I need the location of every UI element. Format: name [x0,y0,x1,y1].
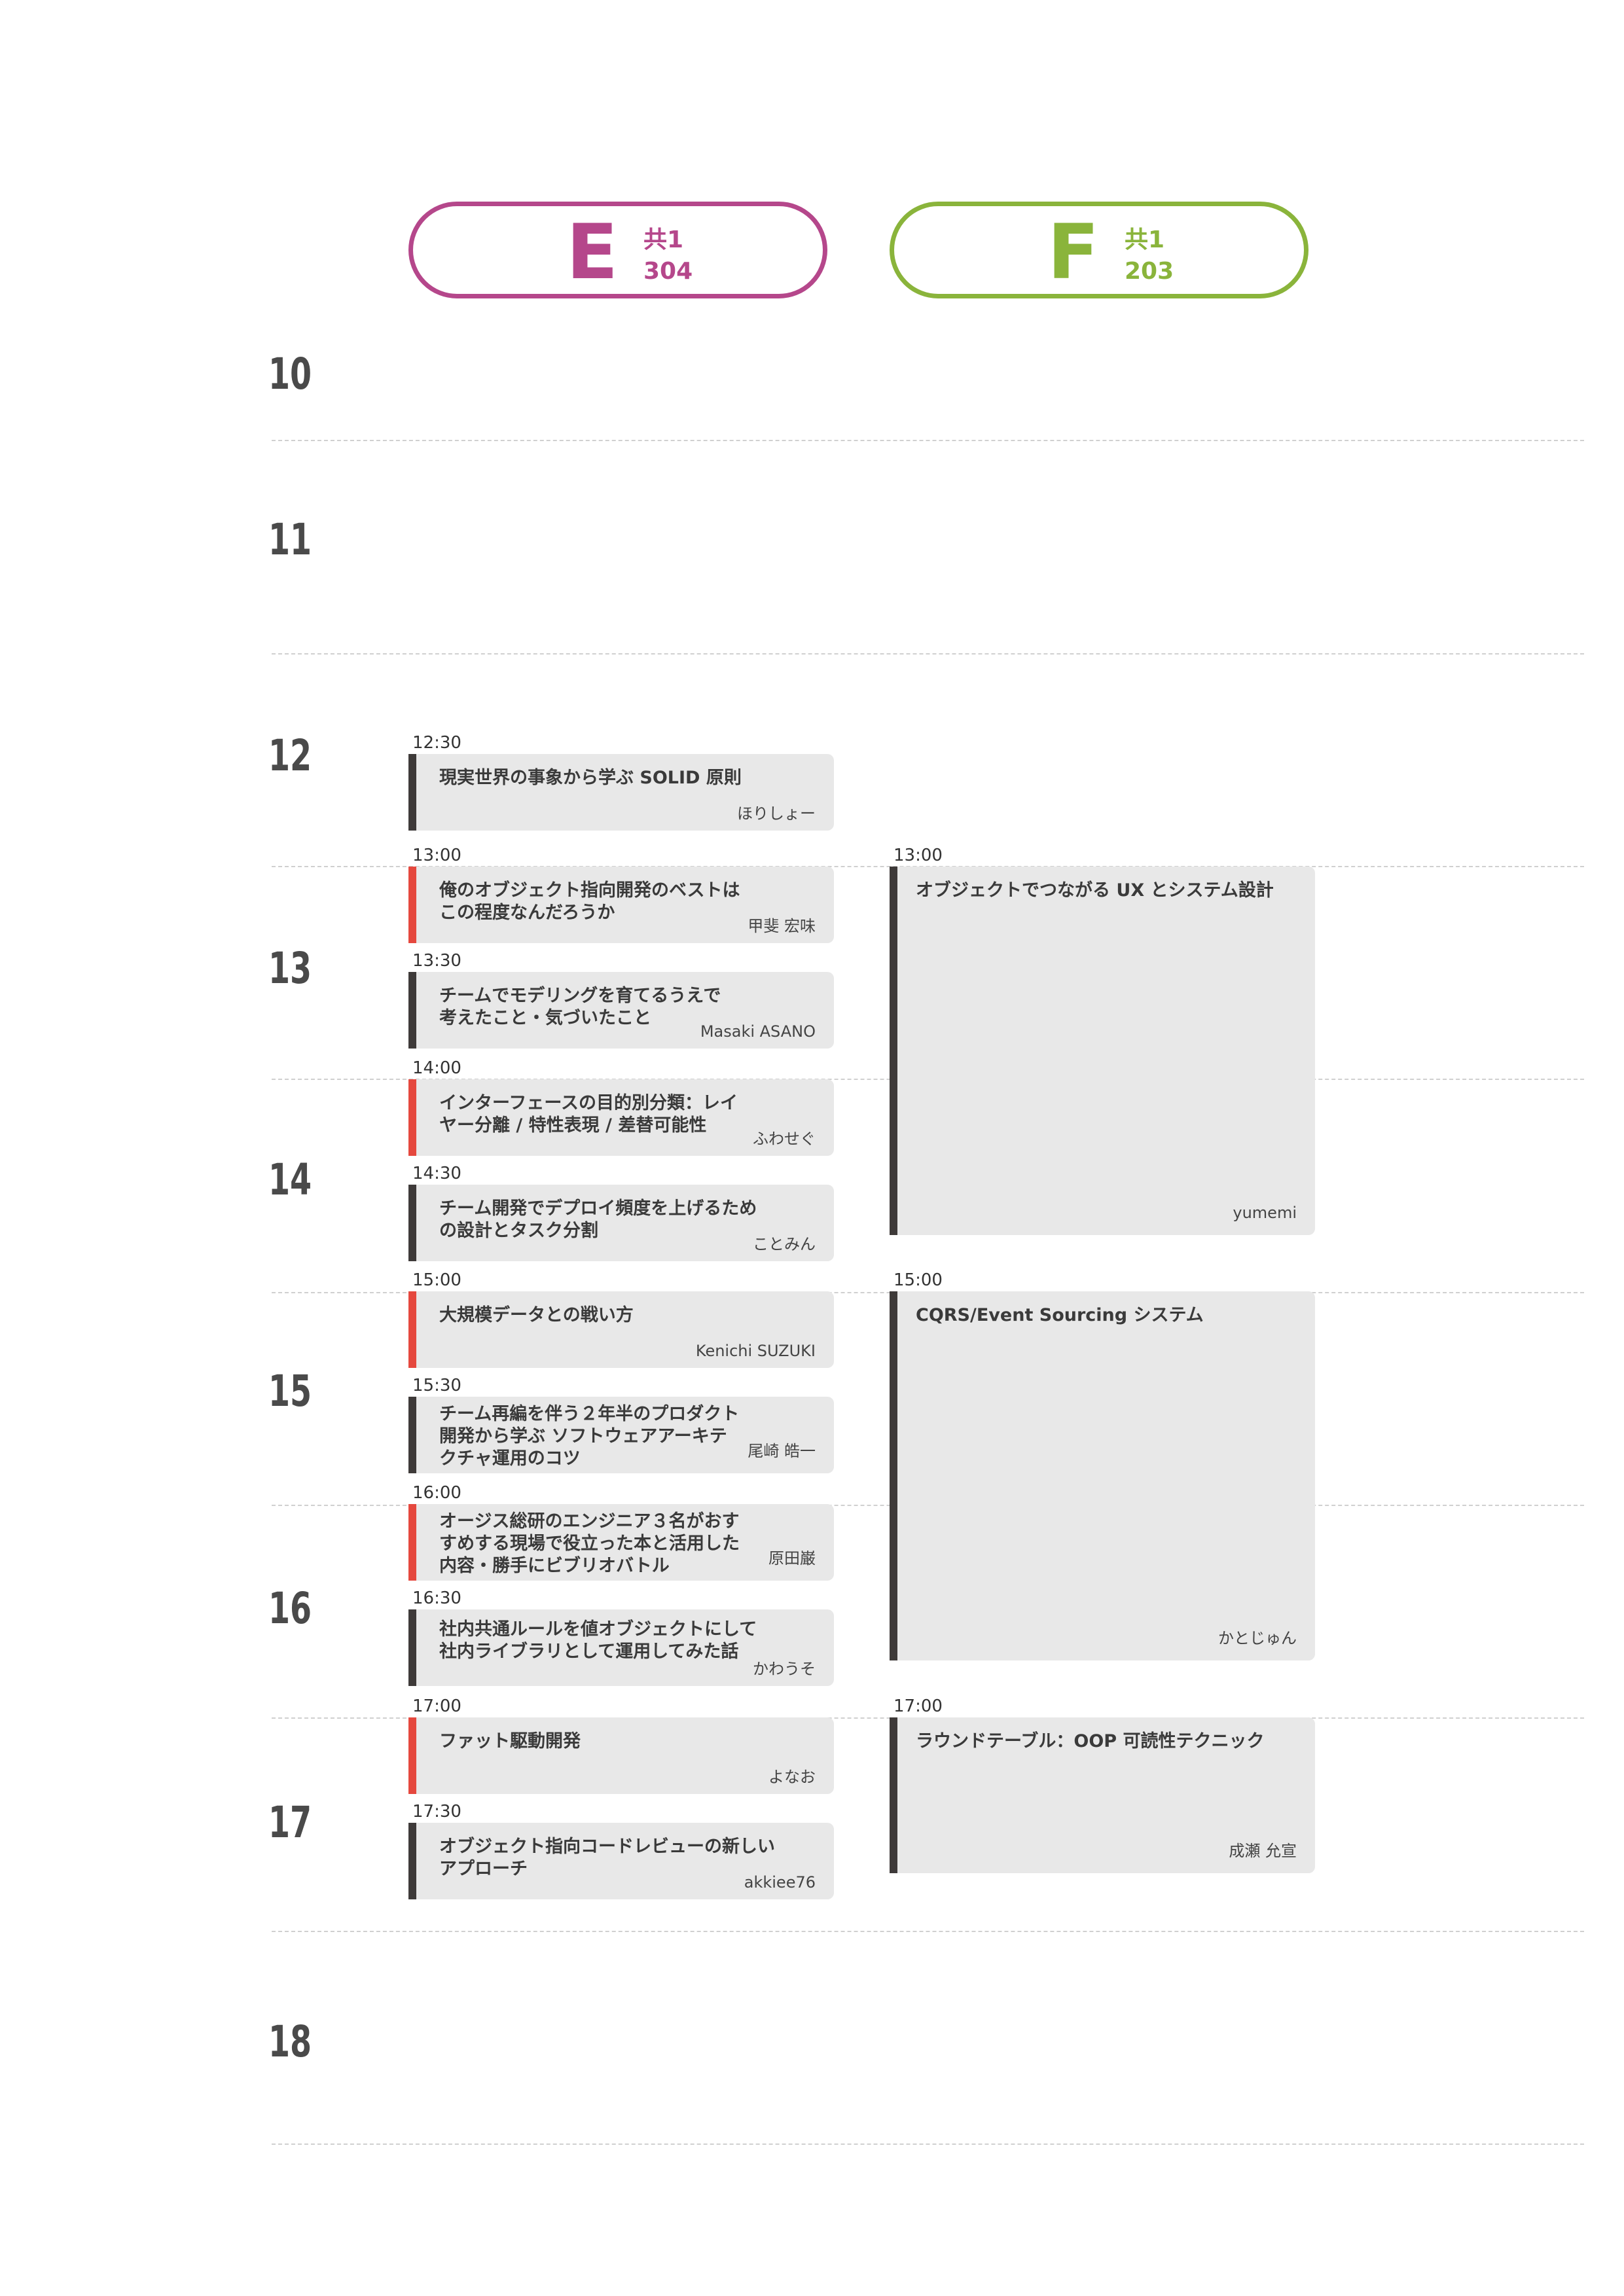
session-speaker: 尾崎 皓一 [748,1442,816,1460]
hour-label-11: 11 [268,514,312,565]
session-time: 13:30 [412,951,461,971]
room-letter: E [566,208,619,296]
session-time: 13:00 [893,846,943,865]
session-speaker: よなお [768,1768,816,1786]
session-title: ラウンドテーブル：OOP 可読性テクニック [916,1731,1265,1751]
session-title: ファット駆動開発 [439,1731,581,1751]
session-time: 15:30 [412,1376,461,1395]
session-card[interactable]: チームでモデリングを育てるうえで 考えたこと・気づいたこと Masaki ASA… [408,972,834,1049]
session-card[interactable]: 社内共通ルールを値オブジェクトにして 社内ライブラリとして運用してみた話 かわう… [408,1609,834,1686]
session-card[interactable]: ファット駆動開発 よなお [408,1717,834,1794]
session-card[interactable]: オブジェクト指向コードレビューの新しい アプローチ akkiee76 [408,1823,834,1899]
room-building: 共1 [643,226,684,253]
session-speaker: ことみん [753,1235,816,1253]
session-card[interactable]: 大規模データとの戦い方 Kenichi SUZUKI [408,1291,834,1368]
session-title: 社内共通ルールを値オブジェクトにして 社内ライブラリとして運用してみた話 [439,1619,757,1662]
session-title: CQRS/Event Sourcing システム [916,1305,1204,1325]
hour-label-14: 14 [268,1155,312,1205]
session-title: 現実世界の事象から学ぶ SOLID 原則 [439,768,742,788]
session-time: 16:30 [412,1588,461,1608]
session-card[interactable]: CQRS/Event Sourcing システム かとじゅん [890,1291,1315,1660]
session-card[interactable]: インターフェースの目的別分類：レイ ヤー分離 / 特性表現 / 差替可能性 ふわ… [408,1079,834,1156]
session-time: 17:30 [412,1802,461,1821]
session-title: オージス総研のエンジニア３名がおす すめする現場で役立った本と活用した 内容・勝… [439,1511,740,1576]
room-header-f: F 共1 203 [890,202,1308,298]
session-speaker: ふわせぐ [753,1130,816,1148]
hour-label-15: 15 [268,1366,312,1416]
room-number: 203 [1125,258,1174,285]
hour-label-13: 13 [268,943,312,994]
session-speaker: Masaki ASANO [700,1022,816,1041]
hour-label-16: 16 [268,1583,312,1634]
session-card[interactable]: 俺のオブジェクト指向開発のベストは この程度なんだろうか 甲斐 宏味 [408,867,834,943]
room-letter: F [1047,208,1100,296]
room-building: 共1 [1125,226,1165,253]
session-speaker: Kenichi SUZUKI [695,1342,816,1360]
room-header-e: E 共1 304 [408,202,827,298]
hour-divider [272,440,1584,441]
session-time: 12:30 [412,733,461,753]
session-speaker: 原田巌 [768,1549,816,1568]
session-speaker: akkiee76 [744,1873,816,1892]
session-title: 大規模データとの戦い方 [439,1305,634,1325]
session-time: 15:00 [412,1270,461,1290]
hour-divider [272,653,1584,655]
session-time: 14:00 [412,1058,461,1078]
session-time: 16:00 [412,1483,461,1503]
session-card[interactable]: チーム再編を伴う２年半のプロダクト 開発から学ぶ ソフトウェアアーキテ クチャ運… [408,1397,834,1473]
session-card[interactable]: オブジェクトでつながる UX とシステム設計 yumemi [890,867,1315,1235]
session-card[interactable]: ラウンドテーブル：OOP 可読性テクニック 成瀬 允宣 [890,1717,1315,1873]
session-speaker: かとじゅん [1218,1629,1297,1647]
session-speaker: 成瀬 允宣 [1229,1842,1297,1860]
session-time: 13:00 [412,846,461,865]
session-speaker: 甲斐 宏味 [748,917,816,935]
hour-label-12: 12 [268,730,312,781]
hour-divider [272,1931,1584,1932]
hour-divider [272,2144,1584,2145]
hour-label-18: 18 [268,2017,312,2067]
session-speaker: ほりしょー [737,804,816,823]
session-card[interactable]: オージス総研のエンジニア３名がおす すめする現場で役立った本と活用した 内容・勝… [408,1504,834,1581]
session-speaker: yumemi [1233,1204,1297,1222]
hour-label-17: 17 [268,1797,312,1848]
session-speaker: かわうそ [753,1660,816,1678]
session-card[interactable]: チーム開発でデプロイ頻度を上げるため の設計とタスク分割 ことみん [408,1185,834,1261]
room-number: 304 [643,258,693,285]
session-time: 17:00 [412,1696,461,1716]
session-time: 15:00 [893,1270,943,1290]
session-card[interactable]: 現実世界の事象から学ぶ SOLID 原則 ほりしょー [408,754,834,831]
session-time: 14:30 [412,1164,461,1183]
session-time: 17:00 [893,1696,943,1716]
hour-label-10: 10 [268,349,312,399]
session-title: オブジェクトでつながる UX とシステム設計 [916,880,1274,901]
